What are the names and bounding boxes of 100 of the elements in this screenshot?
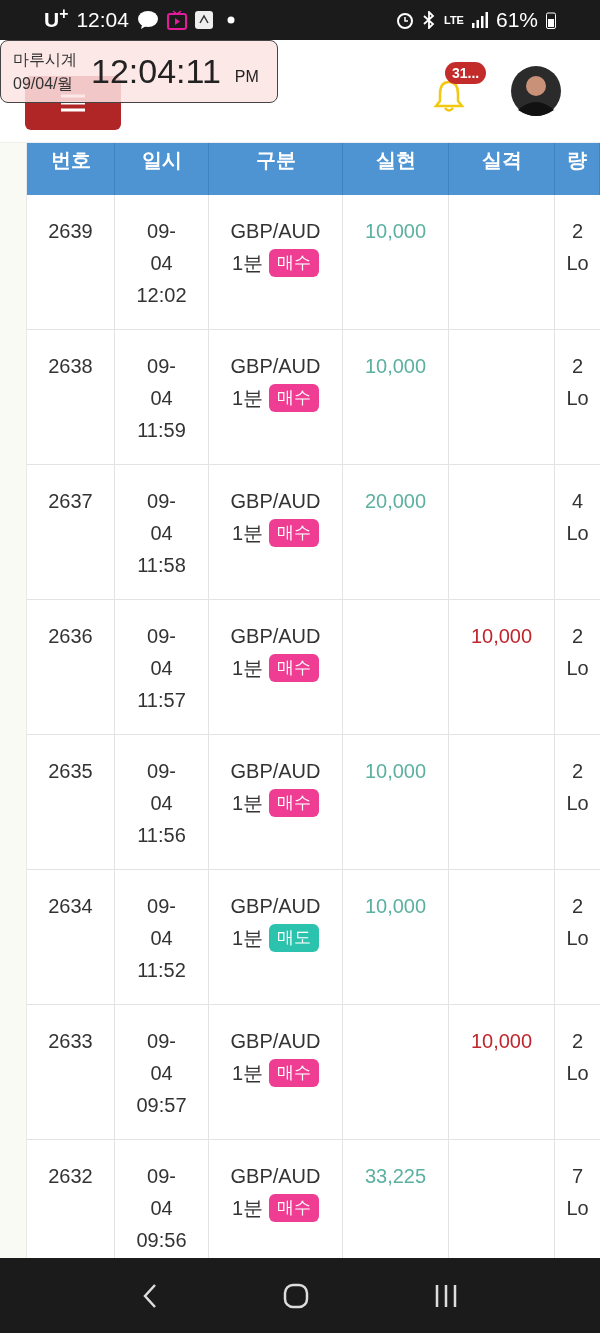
datetime-text: 04 bbox=[150, 251, 173, 276]
datetime-text: 09- bbox=[147, 759, 176, 784]
realized-amount: 10,000 bbox=[364, 354, 427, 379]
signal-icon bbox=[471, 12, 488, 28]
datetime-text: 04 bbox=[150, 386, 173, 411]
datetime-text: 04 bbox=[150, 521, 173, 546]
column-header: 구분 bbox=[209, 143, 343, 195]
period-text: 1분 bbox=[231, 386, 264, 411]
number-cell-text: 2637 bbox=[48, 489, 93, 514]
side-badge: 매수 bbox=[269, 384, 320, 412]
period-text: 1분 bbox=[231, 791, 264, 816]
datetime-text: 12:02 bbox=[136, 283, 187, 308]
notification-badge: 31... bbox=[445, 62, 487, 84]
period-text: 1분 bbox=[231, 1196, 264, 1221]
pair-text: GBP/AUD bbox=[230, 489, 321, 514]
pair-text: GBP/AUD bbox=[230, 219, 321, 244]
pair-text: GBP/AUD bbox=[230, 354, 321, 379]
number-cell-text: 2633 bbox=[48, 1029, 93, 1054]
datetime-text: 09- bbox=[147, 1164, 176, 1189]
number-cell-text: 2639 bbox=[48, 219, 93, 244]
lot-text: 4 bbox=[571, 489, 584, 514]
datetime-text: 04 bbox=[150, 656, 173, 681]
lot-text: Lo bbox=[566, 926, 589, 951]
clock-widget-meridiem: PM bbox=[234, 66, 259, 87]
realized-amount: 33,225 bbox=[364, 1164, 427, 1189]
clock-widget-date: 09/04/월 bbox=[13, 73, 75, 94]
side-badge: 매수 bbox=[269, 1059, 320, 1087]
lot-text: 2 bbox=[571, 219, 584, 244]
datetime-text: 04 bbox=[150, 1196, 173, 1221]
side-badge: 매도 bbox=[269, 924, 320, 952]
column-header: 실격 bbox=[449, 143, 555, 195]
lot-text: 2 bbox=[571, 354, 584, 379]
pair-text: GBP/AUD bbox=[230, 1164, 321, 1189]
column-header: 량 bbox=[555, 143, 600, 195]
lot-text: Lo bbox=[566, 1196, 589, 1221]
home-icon[interactable] bbox=[283, 1282, 309, 1309]
lot-text: Lo bbox=[566, 1061, 589, 1086]
side-badge: 매수 bbox=[269, 654, 320, 682]
period-text: 1분 bbox=[231, 251, 264, 276]
lot-text: Lo bbox=[566, 386, 589, 411]
lot-text: 7 bbox=[571, 1164, 584, 1189]
realized-amount: 20,000 bbox=[364, 489, 427, 514]
dot-icon bbox=[226, 16, 235, 24]
datetime-text: 11:59 bbox=[137, 418, 186, 443]
number-cell-text: 2638 bbox=[48, 354, 93, 379]
pair-text: GBP/AUD bbox=[230, 759, 321, 784]
lot-text: 2 bbox=[571, 624, 584, 649]
side-badge: 매수 bbox=[269, 1194, 320, 1222]
realized-amount: 10,000 bbox=[364, 894, 427, 919]
side-badge: 매수 bbox=[269, 789, 320, 817]
period-text: 1분 bbox=[231, 521, 264, 546]
pair-text: GBP/AUD bbox=[230, 1029, 321, 1054]
bell-icon[interactable] bbox=[433, 79, 465, 113]
loss-amount: 10,000 bbox=[470, 624, 533, 649]
alarm-icon bbox=[396, 11, 414, 29]
battery-percent: 61% bbox=[495, 7, 538, 34]
lot-text: 2 bbox=[571, 894, 584, 919]
network-type: LTE bbox=[444, 14, 464, 26]
realized-amount: 10,000 bbox=[364, 219, 427, 244]
loss-amount: 10,000 bbox=[470, 1029, 533, 1054]
pair-text: GBP/AUD bbox=[230, 624, 321, 649]
datetime-text: 09- bbox=[147, 489, 176, 514]
datetime-text: 09- bbox=[147, 354, 176, 379]
lot-text: Lo bbox=[566, 791, 589, 816]
period-text: 1분 bbox=[231, 656, 264, 681]
datetime-text: 11:56 bbox=[137, 823, 186, 848]
lot-text: Lo bbox=[566, 521, 589, 546]
chat-icon bbox=[136, 10, 159, 30]
side-badge: 매수 bbox=[269, 519, 320, 547]
period-text: 1분 bbox=[231, 1061, 264, 1086]
datetime-text: 09- bbox=[147, 624, 176, 649]
datetime-text: 09:56 bbox=[136, 1228, 187, 1253]
bluetooth-icon bbox=[422, 11, 436, 29]
avatar-icon[interactable] bbox=[511, 66, 561, 116]
datetime-text: 09- bbox=[147, 219, 176, 244]
battery-icon bbox=[546, 11, 556, 29]
number-cell-text: 2634 bbox=[48, 894, 93, 919]
datetime-text: 04 bbox=[150, 791, 173, 816]
column-header: 일시 bbox=[115, 143, 209, 195]
pay-icon bbox=[194, 11, 213, 29]
column-header: 실현 bbox=[343, 143, 449, 195]
lot-text: 2 bbox=[571, 759, 584, 784]
clock-widget-title: 마루시계 bbox=[13, 49, 77, 70]
datetime-text: 09- bbox=[147, 1029, 176, 1054]
recent-apps-icon[interactable] bbox=[433, 1282, 458, 1309]
lot-text: Lo bbox=[566, 656, 589, 681]
clock-widget-time: 12:04:11 bbox=[91, 51, 221, 92]
lot-text: Lo bbox=[566, 251, 589, 276]
side-badge: 매수 bbox=[269, 249, 320, 277]
back-icon[interactable] bbox=[142, 1282, 159, 1309]
datetime-text: 04 bbox=[150, 926, 173, 951]
number-cell-text: 2636 bbox=[48, 624, 93, 649]
realized-amount: 10,000 bbox=[364, 759, 427, 784]
tv-icon bbox=[166, 10, 187, 30]
datetime-text: 11:52 bbox=[137, 958, 186, 983]
datetime-text: 11:58 bbox=[137, 553, 186, 578]
datetime-text: 09:57 bbox=[136, 1093, 187, 1118]
clock: 12:04 bbox=[76, 7, 129, 34]
period-text: 1분 bbox=[231, 926, 264, 951]
lot-text: 2 bbox=[571, 1029, 584, 1054]
